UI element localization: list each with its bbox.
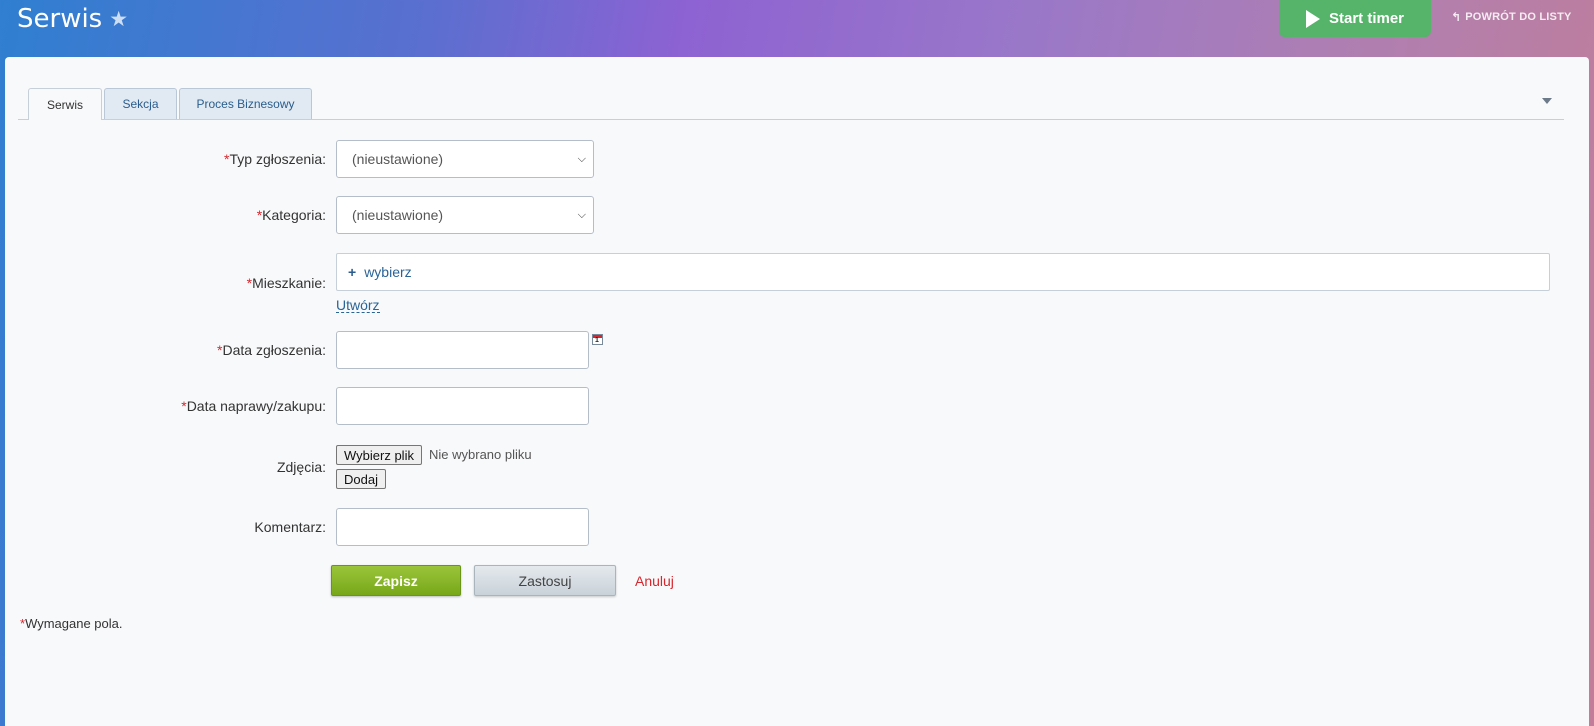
page-title-text: Serwis: [17, 4, 103, 34]
start-timer-button[interactable]: Start timer: [1279, 0, 1431, 37]
kategoria-select-value: (nieustawione): [352, 207, 444, 223]
tab-serwis[interactable]: Serwis: [28, 88, 102, 120]
tab-bar: Serwis Sekcja Proces Biznesowy: [18, 88, 1564, 120]
file-status-text: Nie wybrano pliku: [429, 447, 532, 462]
star-icon[interactable]: ★: [109, 7, 128, 31]
add-file-button[interactable]: Dodaj: [336, 469, 386, 489]
mieszkanie-selector: + wybierz: [336, 253, 1550, 291]
tab-label: Serwis: [46, 97, 83, 112]
plus-icon[interactable]: +: [348, 264, 356, 280]
cancel-link[interactable]: Anuluj: [635, 573, 674, 589]
field-label: Komentarz:: [254, 519, 326, 535]
chevron-down-icon: ⌵: [577, 153, 586, 165]
back-arrow-icon: ↰: [1451, 10, 1462, 24]
tab-proces-biznesowy[interactable]: Proces Biznesowy: [179, 88, 312, 119]
page-title: Serwis ★: [17, 4, 128, 34]
field-label: *Data zgłoszenia:: [217, 342, 326, 358]
tab-label: Proces Biznesowy: [196, 97, 295, 111]
komentarz-input[interactable]: [336, 508, 589, 546]
required-fields-note: *Wymagane pola.: [20, 616, 123, 631]
main-panel: Serwis Sekcja Proces Biznesowy *Typ zgło…: [5, 57, 1589, 726]
apply-button[interactable]: Zastosuj: [474, 565, 616, 596]
tab-label: Sekcja: [122, 97, 159, 111]
select-link[interactable]: wybierz: [364, 264, 411, 280]
field-label: *Typ zgłoszenia:: [224, 151, 326, 167]
top-bar: Serwis ★ Start timer ↰ POWRÓT DO LISTY: [0, 0, 1594, 57]
kategoria-select[interactable]: (nieustawione) ⌵: [336, 196, 594, 234]
create-link[interactable]: Utwórz: [336, 298, 380, 313]
data-zgloszenia-input[interactable]: [336, 331, 589, 369]
save-button[interactable]: Zapisz: [331, 565, 461, 596]
start-timer-label: Start timer: [1328, 10, 1405, 27]
typ-select-value: (nieustawione): [352, 151, 444, 167]
field-label: *Mieszkanie:: [246, 275, 326, 291]
back-to-list-label: POWRÓT DO LISTY: [1465, 11, 1572, 23]
play-icon: [1305, 9, 1320, 28]
back-to-list-link[interactable]: ↰ POWRÓT DO LISTY: [1451, 10, 1572, 24]
choose-file-button[interactable]: Wybierz plik: [336, 445, 422, 465]
chevron-down-icon[interactable]: [1542, 98, 1552, 104]
field-label: *Data naprawy/zakupu:: [181, 398, 326, 414]
chevron-down-icon: ⌵: [577, 209, 586, 221]
tab-sekcja[interactable]: Sekcja: [104, 88, 177, 119]
field-label: *Kategoria:: [256, 207, 326, 223]
typ-select[interactable]: (nieustawione) ⌵: [336, 140, 594, 178]
field-label: Zdjęcia:: [276, 459, 326, 475]
data-naprawy-input[interactable]: [336, 387, 589, 425]
calendar-icon[interactable]: 1: [592, 334, 603, 345]
